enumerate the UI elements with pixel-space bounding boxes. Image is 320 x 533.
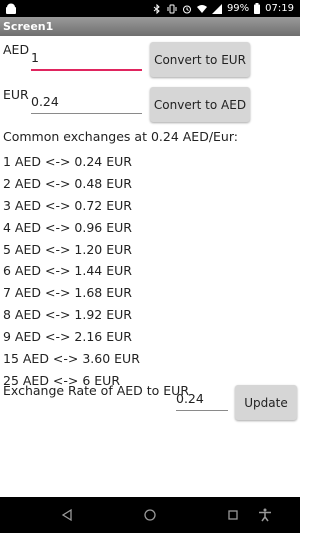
home-icon[interactable] [143, 508, 157, 522]
list-item: 15 AED <-> 3.60 EUR [3, 351, 140, 367]
title-bar: Screen1 [0, 17, 300, 36]
signal-icon [211, 3, 222, 14]
recents-icon[interactable] [226, 508, 240, 522]
aed-input[interactable] [31, 49, 142, 71]
exchange-rate-input[interactable] [176, 390, 228, 411]
battery-percent: 99% [226, 3, 250, 14]
common-exchanges-heading: Common exchanges at 0.24 AED/Eur: [3, 129, 238, 144]
status-time: 07:19 [265, 3, 294, 14]
eur-label: EUR [3, 87, 29, 102]
status-bar: 99% 07:19 [0, 0, 300, 17]
battery-icon [254, 3, 261, 14]
list-item: 2 AED <-> 0.48 EUR [3, 175, 132, 191]
eur-input[interactable] [31, 93, 142, 114]
list-item: 6 AED <-> 1.44 EUR [3, 263, 132, 279]
wifi-icon [196, 4, 207, 13]
list-item: 3 AED <-> 0.72 EUR [3, 197, 132, 213]
screen-title: Screen1 [3, 20, 54, 33]
accessibility-icon[interactable] [258, 508, 272, 522]
list-item: 8 AED <-> 1.92 EUR [3, 307, 132, 323]
aed-label: AED [3, 42, 30, 57]
exchange-list: 1 AED <-> 0.24 EUR 2 AED <-> 0.48 EUR 3 … [3, 151, 140, 392]
list-item: 9 AED <-> 2.16 EUR [3, 329, 132, 345]
list-item: 7 AED <-> 1.68 EUR [3, 285, 132, 301]
bluetooth-icon [153, 3, 160, 14]
convert-to-eur-button[interactable]: Convert to EUR [150, 42, 250, 77]
alarm-icon [182, 5, 191, 13]
list-item: 1 AED <-> 0.24 EUR [3, 154, 132, 169]
exchange-rate-label: Exchange Rate of AED to EUR [3, 383, 190, 398]
list-item: 4 AED <-> 0.96 EUR [3, 219, 132, 235]
vibrate-icon [167, 4, 177, 13]
android-icon [6, 3, 16, 14]
back-icon[interactable] [60, 508, 74, 522]
update-button[interactable]: Update [235, 385, 297, 420]
list-item: 5 AED <-> 1.20 EUR [3, 241, 132, 257]
convert-to-aed-button[interactable]: Convert to AED [150, 87, 250, 122]
navigation-bar [0, 497, 300, 533]
